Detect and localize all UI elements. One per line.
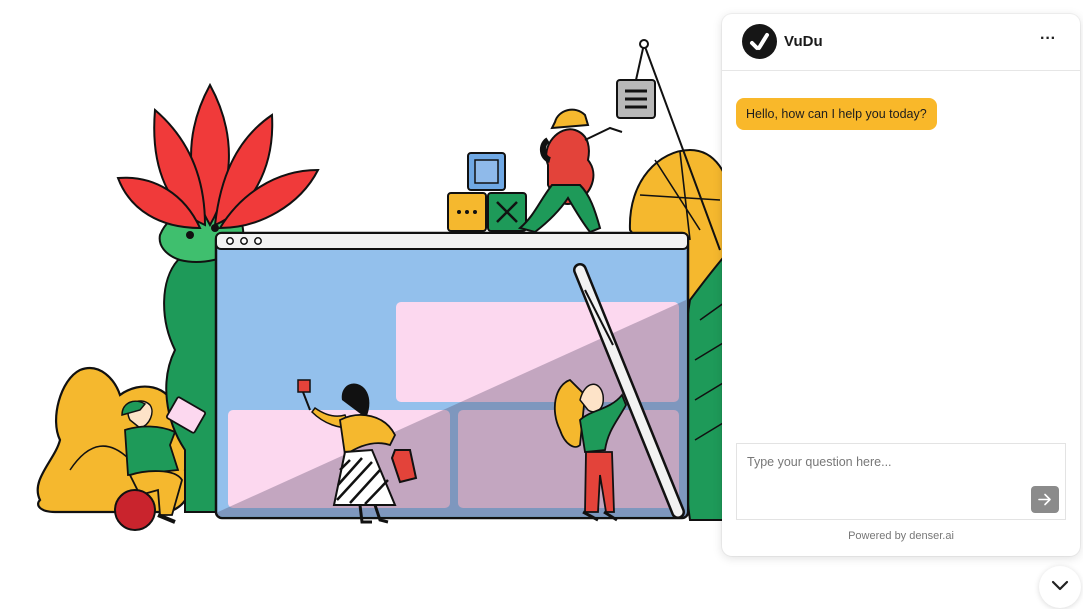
powered-by-footer: Powered by denser.ai (848, 530, 954, 542)
question-input[interactable] (737, 444, 1065, 519)
vudu-logo-icon (742, 24, 777, 59)
brand-name: VuDu (784, 33, 823, 50)
blocks-on-window (447, 152, 527, 232)
question-input-box (736, 443, 1066, 520)
chat-header: VuDu ··· (722, 14, 1080, 71)
arrow-right-icon (1038, 493, 1051, 506)
chevron-down-icon (1051, 580, 1069, 591)
hero-illustration (36, 39, 730, 531)
bot-greeting-message: Hello, how can I help you today? (736, 98, 937, 130)
chat-widget: VuDu ··· Hello, how can I help you today… (722, 14, 1080, 556)
send-button[interactable] (1031, 486, 1059, 513)
collapse-chat-button[interactable] (1039, 566, 1081, 608)
more-options-icon[interactable]: ··· (1036, 31, 1060, 52)
person-top (517, 108, 623, 234)
red-flower (116, 82, 320, 230)
